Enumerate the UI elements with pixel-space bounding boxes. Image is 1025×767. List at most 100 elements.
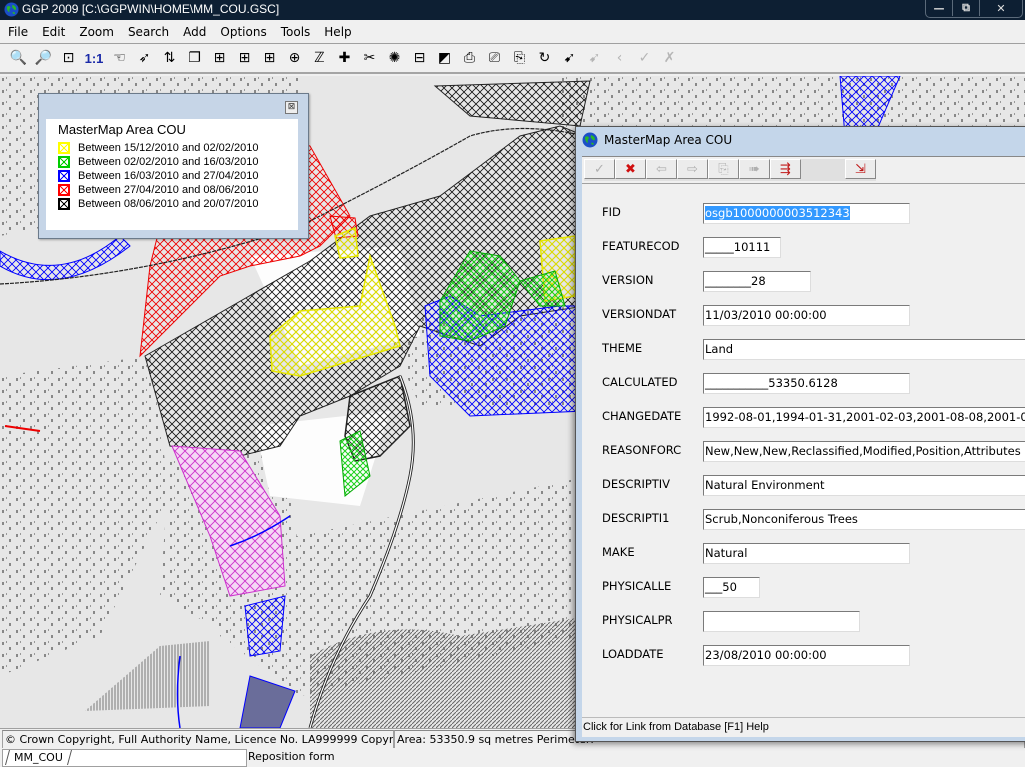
field-label-fid: FID (602, 205, 621, 219)
refresh-button[interactable]: ↻ (532, 46, 557, 70)
export-button[interactable]: ⎘ (507, 46, 532, 70)
layers-button[interactable]: ❐ (182, 46, 207, 70)
legend-window[interactable]: ⊠ MasterMap Area COU Between 15/12/2010 … (38, 93, 309, 239)
restore-button[interactable]: ⧉ (953, 0, 980, 16)
add-pointer-button[interactable]: ➹ (557, 46, 582, 70)
field-input-reasonforc[interactable]: New,New,New,Reclassified,Modified,Positi… (703, 441, 1025, 462)
add-polyline-button[interactable]: ⊞ (207, 46, 232, 70)
print-setup-button[interactable]: ⎚ (482, 46, 507, 70)
form-next-button[interactable]: ⇨ (677, 159, 708, 179)
add-polygon-icon: ⊞ (238, 50, 251, 66)
accept-button[interactable]: ✓ (632, 46, 657, 70)
menu-search[interactable]: Search (122, 25, 175, 39)
menu-help[interactable]: Help (318, 25, 357, 39)
pan-hand-button[interactable]: ☜ (107, 46, 132, 70)
legend-item: Between 08/06/2010 and 20/07/2010 (58, 197, 258, 210)
zoom-out-button[interactable]: 🔎 (31, 46, 56, 70)
copyright-text: © Crown Copyright, Full Authority Name, … (2, 729, 394, 749)
field-label-physicalpr: PHYSICALPR (602, 613, 673, 627)
form-title: MasterMap Area COU (604, 133, 733, 147)
menu-bar: File Edit Zoom Search Add Options Tools … (0, 20, 1025, 44)
field-label-version: VERSION (602, 273, 654, 287)
field-value: ___________53350.6128 (705, 376, 838, 390)
form-db-link-icon: ⇲ (855, 161, 866, 177)
field-input-physicalle[interactable]: ___50 (703, 577, 760, 598)
area-blue-hatch[interactable] (244, 595, 286, 657)
zoom-window-icon: ⊡ (62, 50, 75, 66)
form-accept-button[interactable]: ✓ (584, 159, 615, 179)
field-input-theme[interactable]: Land (703, 339, 1025, 360)
print-button[interactable]: ⎙ (457, 46, 482, 70)
field-input-make[interactable]: Natural (703, 543, 910, 564)
add-circle-button[interactable]: ⊕ (282, 46, 307, 70)
zoom-1-1-icon: 1:1 (84, 50, 104, 66)
field-value: Natural (705, 546, 748, 560)
field-label-reasonforc: REASONFORC (602, 443, 682, 457)
menu-edit[interactable]: Edit (36, 25, 71, 39)
status-message: Reposition form (248, 750, 335, 763)
field-input-fid[interactable]: osgb1000000003512343 (703, 203, 910, 224)
globe-icon (582, 132, 598, 148)
field-input-versiondat[interactable]: 11/03/2010 00:00:00 (703, 305, 910, 326)
field-label-physicalle: PHYSICALLE (602, 579, 672, 593)
add-rectangle-button[interactable]: ⊞ (257, 46, 282, 70)
layers-order-button[interactable]: ⇅ (157, 46, 182, 70)
app-title: GGP 2009 [C:\GGPWIN\HOME\MM_COU.GSC] (22, 2, 280, 16)
edit-vertices-button[interactable]: ✂ (357, 46, 382, 70)
legend-close-icon[interactable]: ⊠ (285, 101, 298, 114)
field-input-descripti1[interactable]: Scrub,Nonconiferous Trees (703, 509, 1025, 530)
field-label-featurecod: FEATURECOD (602, 239, 680, 253)
delete-vertex-button[interactable]: ⊟ (407, 46, 432, 70)
form-copy-button[interactable]: ⎘ (708, 159, 739, 179)
move-pointer-button[interactable]: ➹ (582, 46, 607, 70)
layers-order-icon: ⇅ (163, 50, 176, 66)
form-title-bar[interactable]: MasterMap Area COU (582, 131, 732, 149)
menu-zoom[interactable]: Zoom (73, 25, 120, 39)
close-button[interactable]: ✕ (980, 0, 1022, 16)
zoom-in-button[interactable]: 🔍 (6, 46, 31, 70)
menu-file[interactable]: File (2, 25, 34, 39)
form-prev-icon: ⇦ (656, 161, 667, 177)
zoom-1-1-button[interactable]: 1:1 (81, 46, 107, 70)
menu-tools[interactable]: Tools (275, 25, 317, 39)
field-input-changedate[interactable]: 1992-08-01,1994-01-31,2001-02-03,2001-08… (703, 407, 1025, 428)
add-point-button[interactable]: ✚ (332, 46, 357, 70)
menu-options[interactable]: Options (214, 25, 272, 39)
add-text-button[interactable]: ℤ (307, 46, 332, 70)
page-layout-button[interactable]: ◩ (432, 46, 457, 70)
zoom-out-icon: 🔎 (34, 50, 53, 66)
legend-item: Between 27/04/2010 and 08/06/2010 (58, 183, 258, 196)
layers-icon: ❐ (188, 50, 201, 66)
menu-add[interactable]: Add (177, 25, 212, 39)
attribute-form-window[interactable]: MasterMap Area COU ✓ ✖ ⇦ ⇨ ⎘ ➠ ⇶ ⇲ FID osgb10000… (575, 126, 1025, 742)
field-label-descripti1: DESCRIPTI1 (602, 511, 670, 525)
form-cancel-button[interactable]: ✖ (615, 159, 646, 179)
minimize-button[interactable]: — (926, 0, 953, 16)
field-input-calculated[interactable]: ___________53350.6128 (703, 373, 910, 394)
field-value: Natural Environment (705, 478, 825, 492)
field-input-featurecod[interactable]: _____10111 (703, 237, 781, 258)
legend-item-label: Between 15/12/2010 and 02/02/2010 (78, 141, 259, 154)
form-link-button[interactable]: ⇶ (770, 159, 801, 179)
select-arrow-button[interactable]: ➶ (132, 46, 157, 70)
add-polygon-button[interactable]: ⊞ (232, 46, 257, 70)
step-back-button[interactable]: ‹ (607, 46, 632, 70)
form-goto-button[interactable]: ➠ (739, 159, 770, 179)
legend-item: Between 15/12/2010 and 02/02/2010 (58, 141, 258, 154)
cancel-icon: ✗ (663, 50, 676, 66)
field-input-version[interactable]: ________28 (703, 271, 811, 292)
zoom-window-button[interactable]: ⊡ (56, 46, 81, 70)
tab-mm-cou[interactable]: MM_COU (4, 750, 72, 765)
export-icon: ⎘ (513, 50, 526, 66)
legend-body: MasterMap Area COU Between 15/12/2010 an… (46, 119, 298, 230)
form-prev-button[interactable]: ⇦ (646, 159, 677, 179)
field-input-descriptiv[interactable]: Natural Environment (703, 475, 1025, 496)
palette-button[interactable]: ✺ (382, 46, 407, 70)
field-input-loaddate[interactable]: 23/08/2010 00:00:00 (703, 645, 910, 666)
legend-item-label: Between 16/03/2010 and 27/04/2010 (78, 169, 259, 182)
form-status-text: Click for Link from Database [F1] Help (582, 717, 1025, 738)
field-input-physicalpr[interactable] (703, 611, 860, 632)
cancel-button[interactable]: ✗ (657, 46, 682, 70)
form-next-icon: ⇨ (687, 161, 698, 177)
form-db-link-button[interactable]: ⇲ (845, 159, 876, 179)
